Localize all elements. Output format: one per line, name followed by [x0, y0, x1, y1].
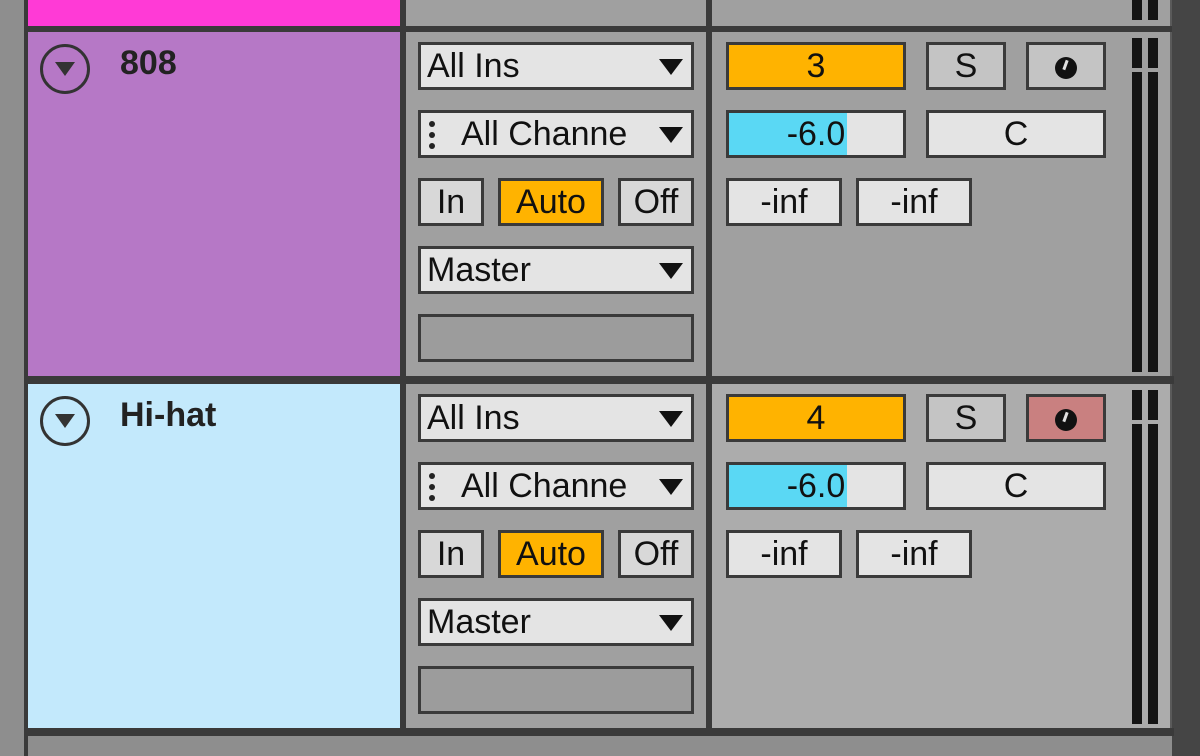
arm-button[interactable] [1026, 394, 1106, 442]
track-name[interactable]: 808 [120, 44, 177, 83]
peak-meter-left[interactable]: -inf [726, 178, 842, 226]
vu-meter-left [1132, 0, 1142, 20]
monitor-off-button[interactable]: Off [618, 530, 694, 578]
monitor-in-button[interactable]: In [418, 178, 484, 226]
solo-button[interactable]: S [926, 394, 1006, 442]
right-edge [1172, 0, 1200, 756]
vu-meter-right [1148, 0, 1158, 20]
peak-meter-left[interactable]: -inf [726, 530, 842, 578]
volume-value: -6.0 [786, 467, 846, 505]
vu-meter-left [1132, 38, 1142, 68]
input-channel-value: All Channe [461, 115, 628, 153]
fold-toggle-icon[interactable] [40, 396, 90, 446]
peak-meter-right[interactable]: -inf [856, 530, 972, 578]
prev-track-mixer [712, 0, 1170, 26]
track-mixer-hi-hat: 4 S -6.0 C -inf -inf [712, 384, 1170, 728]
prev-track-header[interactable] [28, 0, 400, 26]
output-channel-field[interactable] [418, 666, 694, 714]
input-channel-value: All Channe [461, 467, 628, 505]
vu-meter-left [1132, 72, 1142, 372]
output-dropdown[interactable]: Master [418, 246, 694, 294]
fold-toggle-icon[interactable] [40, 44, 90, 94]
volume-slider[interactable]: -6.0 [726, 110, 906, 158]
monitor-off-button[interactable]: Off [618, 178, 694, 226]
monitor-auto-button[interactable]: Auto [498, 530, 604, 578]
left-strip [0, 0, 24, 756]
dropdown-arrow-icon [659, 479, 683, 495]
output-value: Master [427, 603, 531, 641]
track-activator-button[interactable]: 3 [726, 42, 906, 90]
track-mixer-808: 3 S -6.0 C -inf -inf [712, 32, 1170, 376]
volume-slider[interactable]: -6.0 [726, 462, 906, 510]
output-value: Master [427, 251, 531, 289]
monitor-in-button[interactable]: In [418, 530, 484, 578]
input-type-dropdown[interactable]: All Ins [418, 42, 694, 90]
input-channel-dropdown[interactable]: All Channe [418, 462, 694, 510]
dropdown-arrow-icon [659, 127, 683, 143]
dropdown-arrow-icon [659, 411, 683, 427]
track-io-hi-hat: All Ins All Channe In Auto Off Master [406, 384, 706, 728]
volume-value: -6.0 [786, 115, 846, 153]
vu-meter-right [1148, 72, 1158, 372]
dropdown-arrow-icon [659, 59, 683, 75]
peak-meter-right[interactable]: -inf [856, 178, 972, 226]
input-type-dropdown[interactable]: All Ins [418, 394, 694, 442]
input-type-value: All Ins [427, 399, 520, 437]
dropdown-arrow-icon [659, 263, 683, 279]
drop-area[interactable] [28, 736, 1172, 756]
prev-track-io [406, 0, 706, 26]
divider [24, 728, 1174, 736]
vu-meter-right [1148, 390, 1158, 420]
track-header-hi-hat[interactable]: Hi-hat [28, 384, 400, 728]
track-name[interactable]: Hi-hat [120, 396, 216, 435]
pan-knob[interactable]: C [926, 110, 1106, 158]
vu-meter-right [1148, 424, 1158, 724]
solo-button[interactable]: S [926, 42, 1006, 90]
grip-icon [429, 121, 435, 149]
vu-meter-left [1132, 390, 1142, 420]
vu-meter-right [1148, 38, 1158, 68]
input-type-value: All Ins [427, 47, 520, 85]
output-channel-field[interactable] [418, 314, 694, 362]
input-channel-dropdown[interactable]: All Channe [418, 110, 694, 158]
record-arm-icon [1055, 409, 1077, 432]
track-io-808: All Ins All Channe In Auto Off Master [406, 32, 706, 376]
record-arm-icon [1055, 57, 1077, 80]
track-header-808[interactable]: 808 [28, 32, 400, 376]
monitor-auto-button[interactable]: Auto [498, 178, 604, 226]
track-activator-button[interactable]: 4 [726, 394, 906, 442]
vu-meter-left [1132, 424, 1142, 724]
output-dropdown[interactable]: Master [418, 598, 694, 646]
arm-button[interactable] [1026, 42, 1106, 90]
grip-icon [429, 473, 435, 501]
dropdown-arrow-icon [659, 615, 683, 631]
divider [24, 376, 1174, 384]
pan-knob[interactable]: C [926, 462, 1106, 510]
